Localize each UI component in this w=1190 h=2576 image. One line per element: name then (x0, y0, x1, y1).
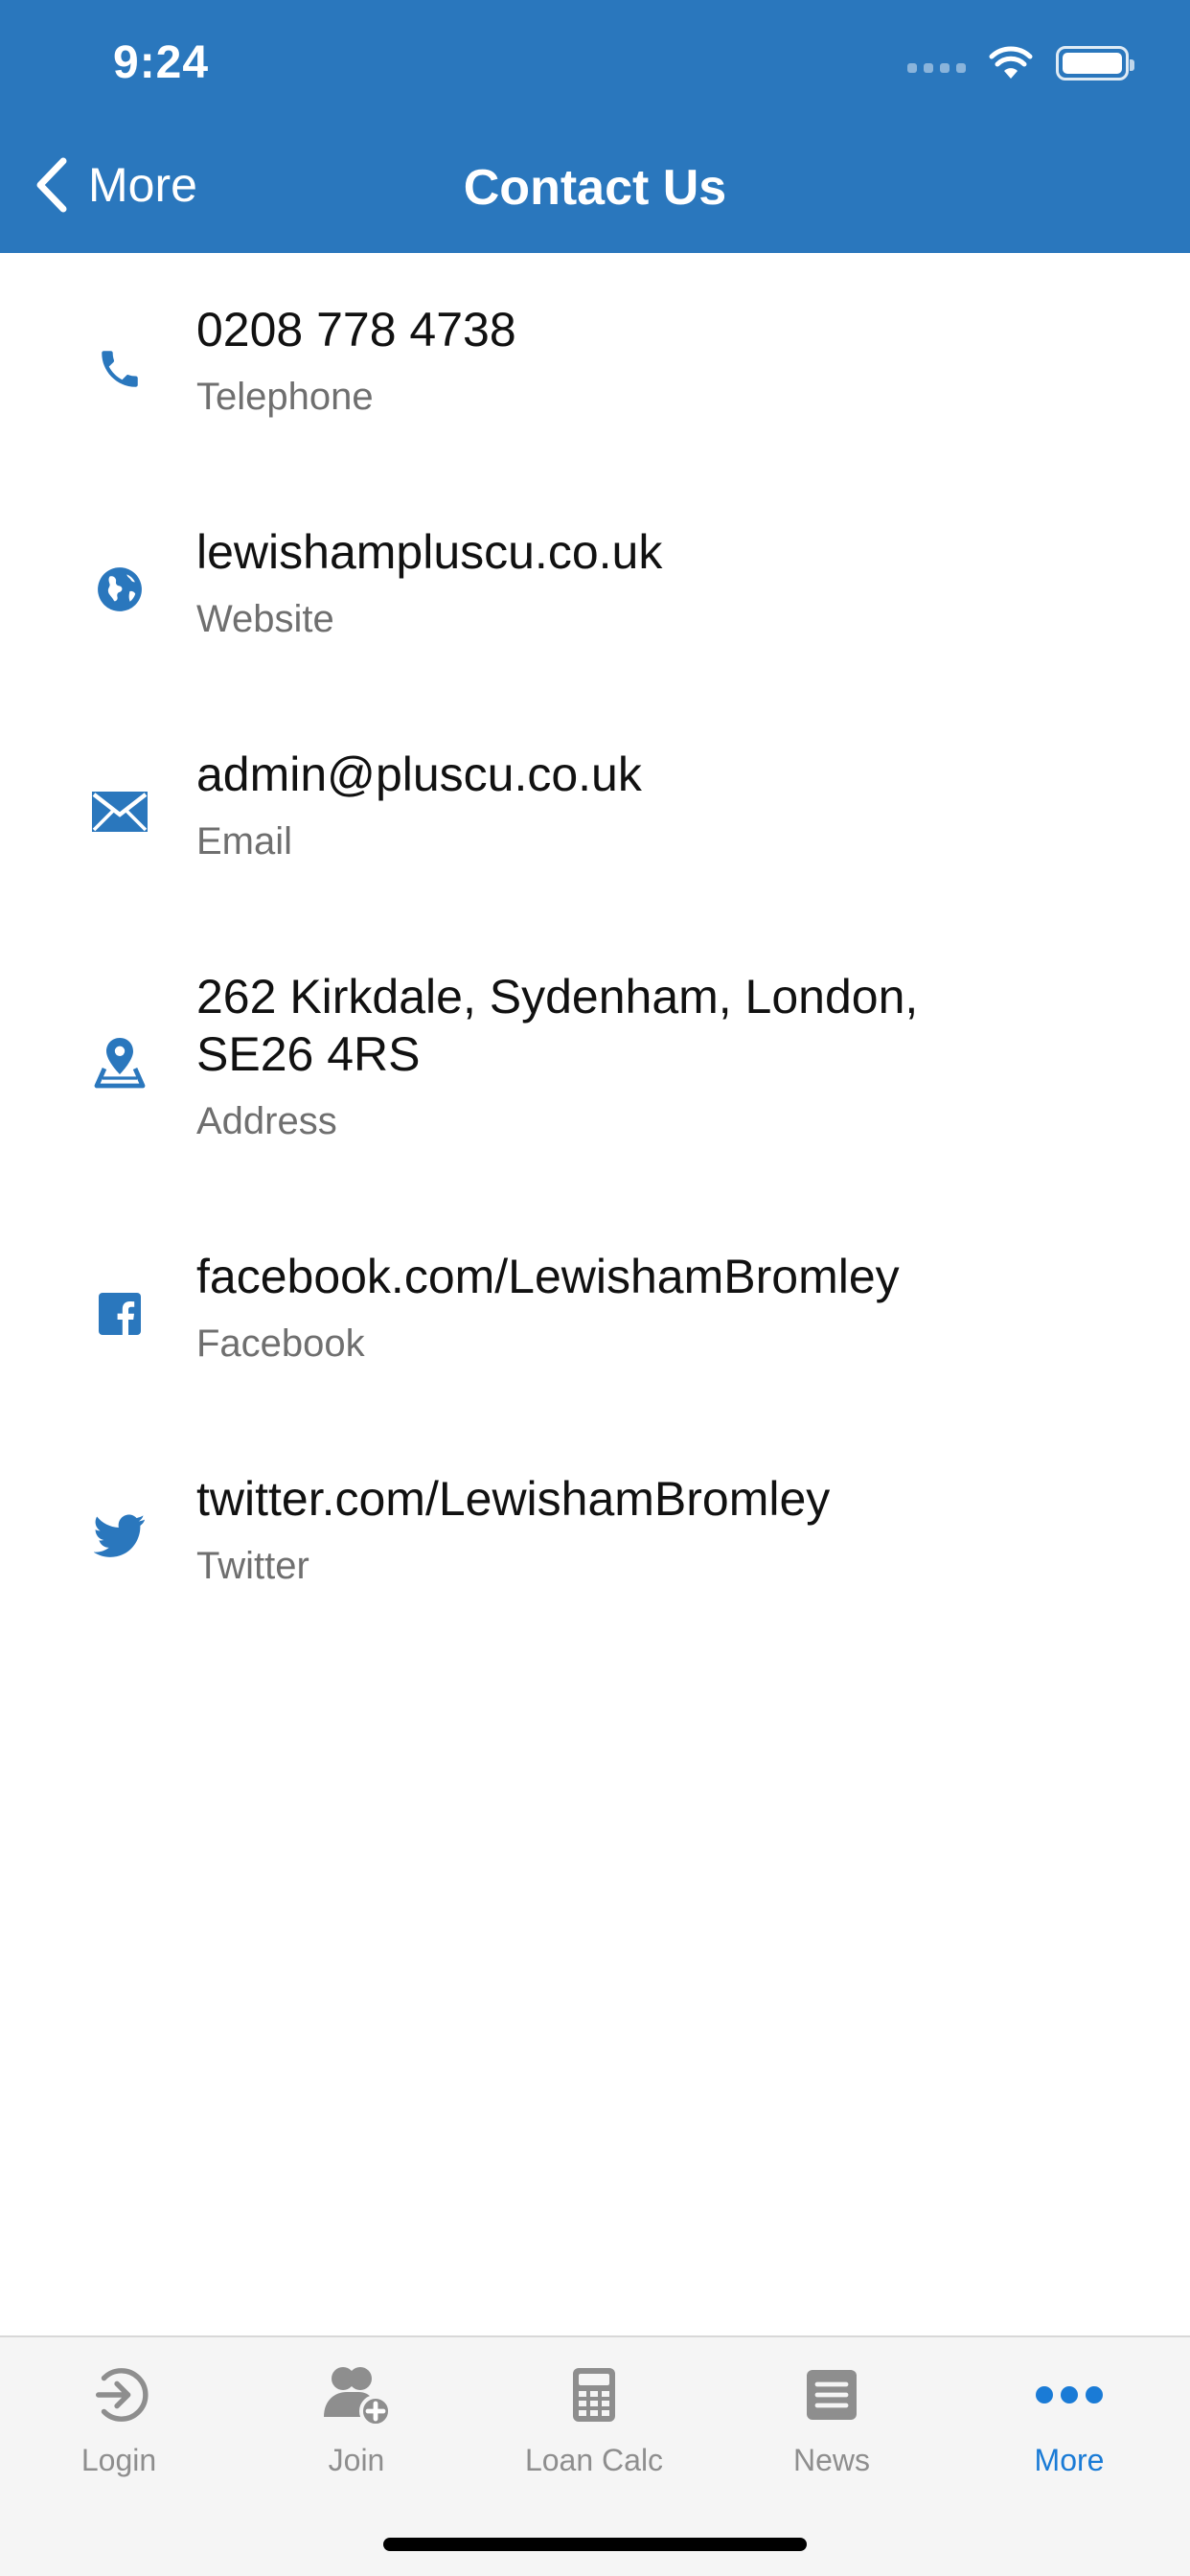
contact-row-telephone[interactable]: 0208 778 4738 Telephone (0, 253, 1190, 475)
navigation-header: 9:24 More Contact Us (0, 0, 1190, 253)
telephone-number: 0208 778 4738 (196, 303, 516, 356)
status-indicators (907, 46, 1134, 80)
phone-icon (86, 335, 153, 402)
cellular-signal-icon (907, 54, 966, 73)
tab-more[interactable]: More (950, 2358, 1188, 2478)
tab-join[interactable]: Join (238, 2358, 475, 2478)
website-label: Website (196, 598, 334, 640)
facebook-label: Facebook (196, 1322, 365, 1365)
address-label: Address (196, 1100, 337, 1142)
calculator-icon (475, 2358, 713, 2431)
address-line-1: 262 Kirkdale, Sydenham, London, (196, 970, 919, 1024)
twitter-link: twitter.com/LewishamBromley (196, 1472, 831, 1526)
contact-row-facebook[interactable]: facebook.com/LewishamBromley Facebook (0, 1200, 1190, 1422)
envelope-icon (86, 778, 153, 845)
tab-loan-calc[interactable]: Loan Calc (475, 2358, 713, 2478)
home-indicator[interactable] (383, 2538, 807, 2551)
status-time: 9:24 (113, 37, 210, 88)
more-icon (950, 2358, 1188, 2431)
tab-join-label: Join (328, 2443, 385, 2477)
tab-news[interactable]: News (713, 2358, 950, 2478)
globe-icon (86, 556, 153, 623)
tab-login[interactable]: Login (0, 2358, 238, 2478)
website-link: lewishampluscu.co.uk (196, 525, 663, 579)
wifi-icon (989, 46, 1033, 79)
telephone-label: Telephone (196, 376, 374, 418)
tab-loan-calc-label: Loan Calc (524, 2443, 664, 2477)
contact-row-address[interactable]: 262 Kirkdale, Sydenham, London, SE26 4RS… (0, 920, 1190, 1200)
add-user-icon (238, 2358, 475, 2431)
facebook-link: facebook.com/LewishamBromley (196, 1250, 900, 1303)
twitter-label: Twitter (196, 1545, 309, 1587)
email-address: admin@pluscu.co.uk (196, 748, 642, 801)
login-icon (0, 2358, 238, 2431)
email-label: Email (196, 820, 293, 862)
contact-row-website[interactable]: lewishampluscu.co.uk Website (0, 475, 1190, 698)
twitter-icon (86, 1503, 153, 1570)
tab-news-label: News (792, 2443, 870, 2477)
map-pin-icon (86, 1029, 153, 1096)
facebook-icon (86, 1280, 153, 1347)
news-icon (713, 2358, 950, 2431)
tab-more-label: More (1034, 2443, 1105, 2477)
address-line-2: SE26 4RS (196, 1027, 421, 1081)
contact-row-twitter[interactable]: twitter.com/LewishamBromley Twitter (0, 1422, 1190, 1644)
battery-icon (1056, 46, 1134, 80)
tab-login-label: Login (80, 2443, 157, 2477)
contact-row-email[interactable]: admin@pluscu.co.uk Email (0, 698, 1190, 920)
page-title: Contact Us (463, 160, 727, 216)
